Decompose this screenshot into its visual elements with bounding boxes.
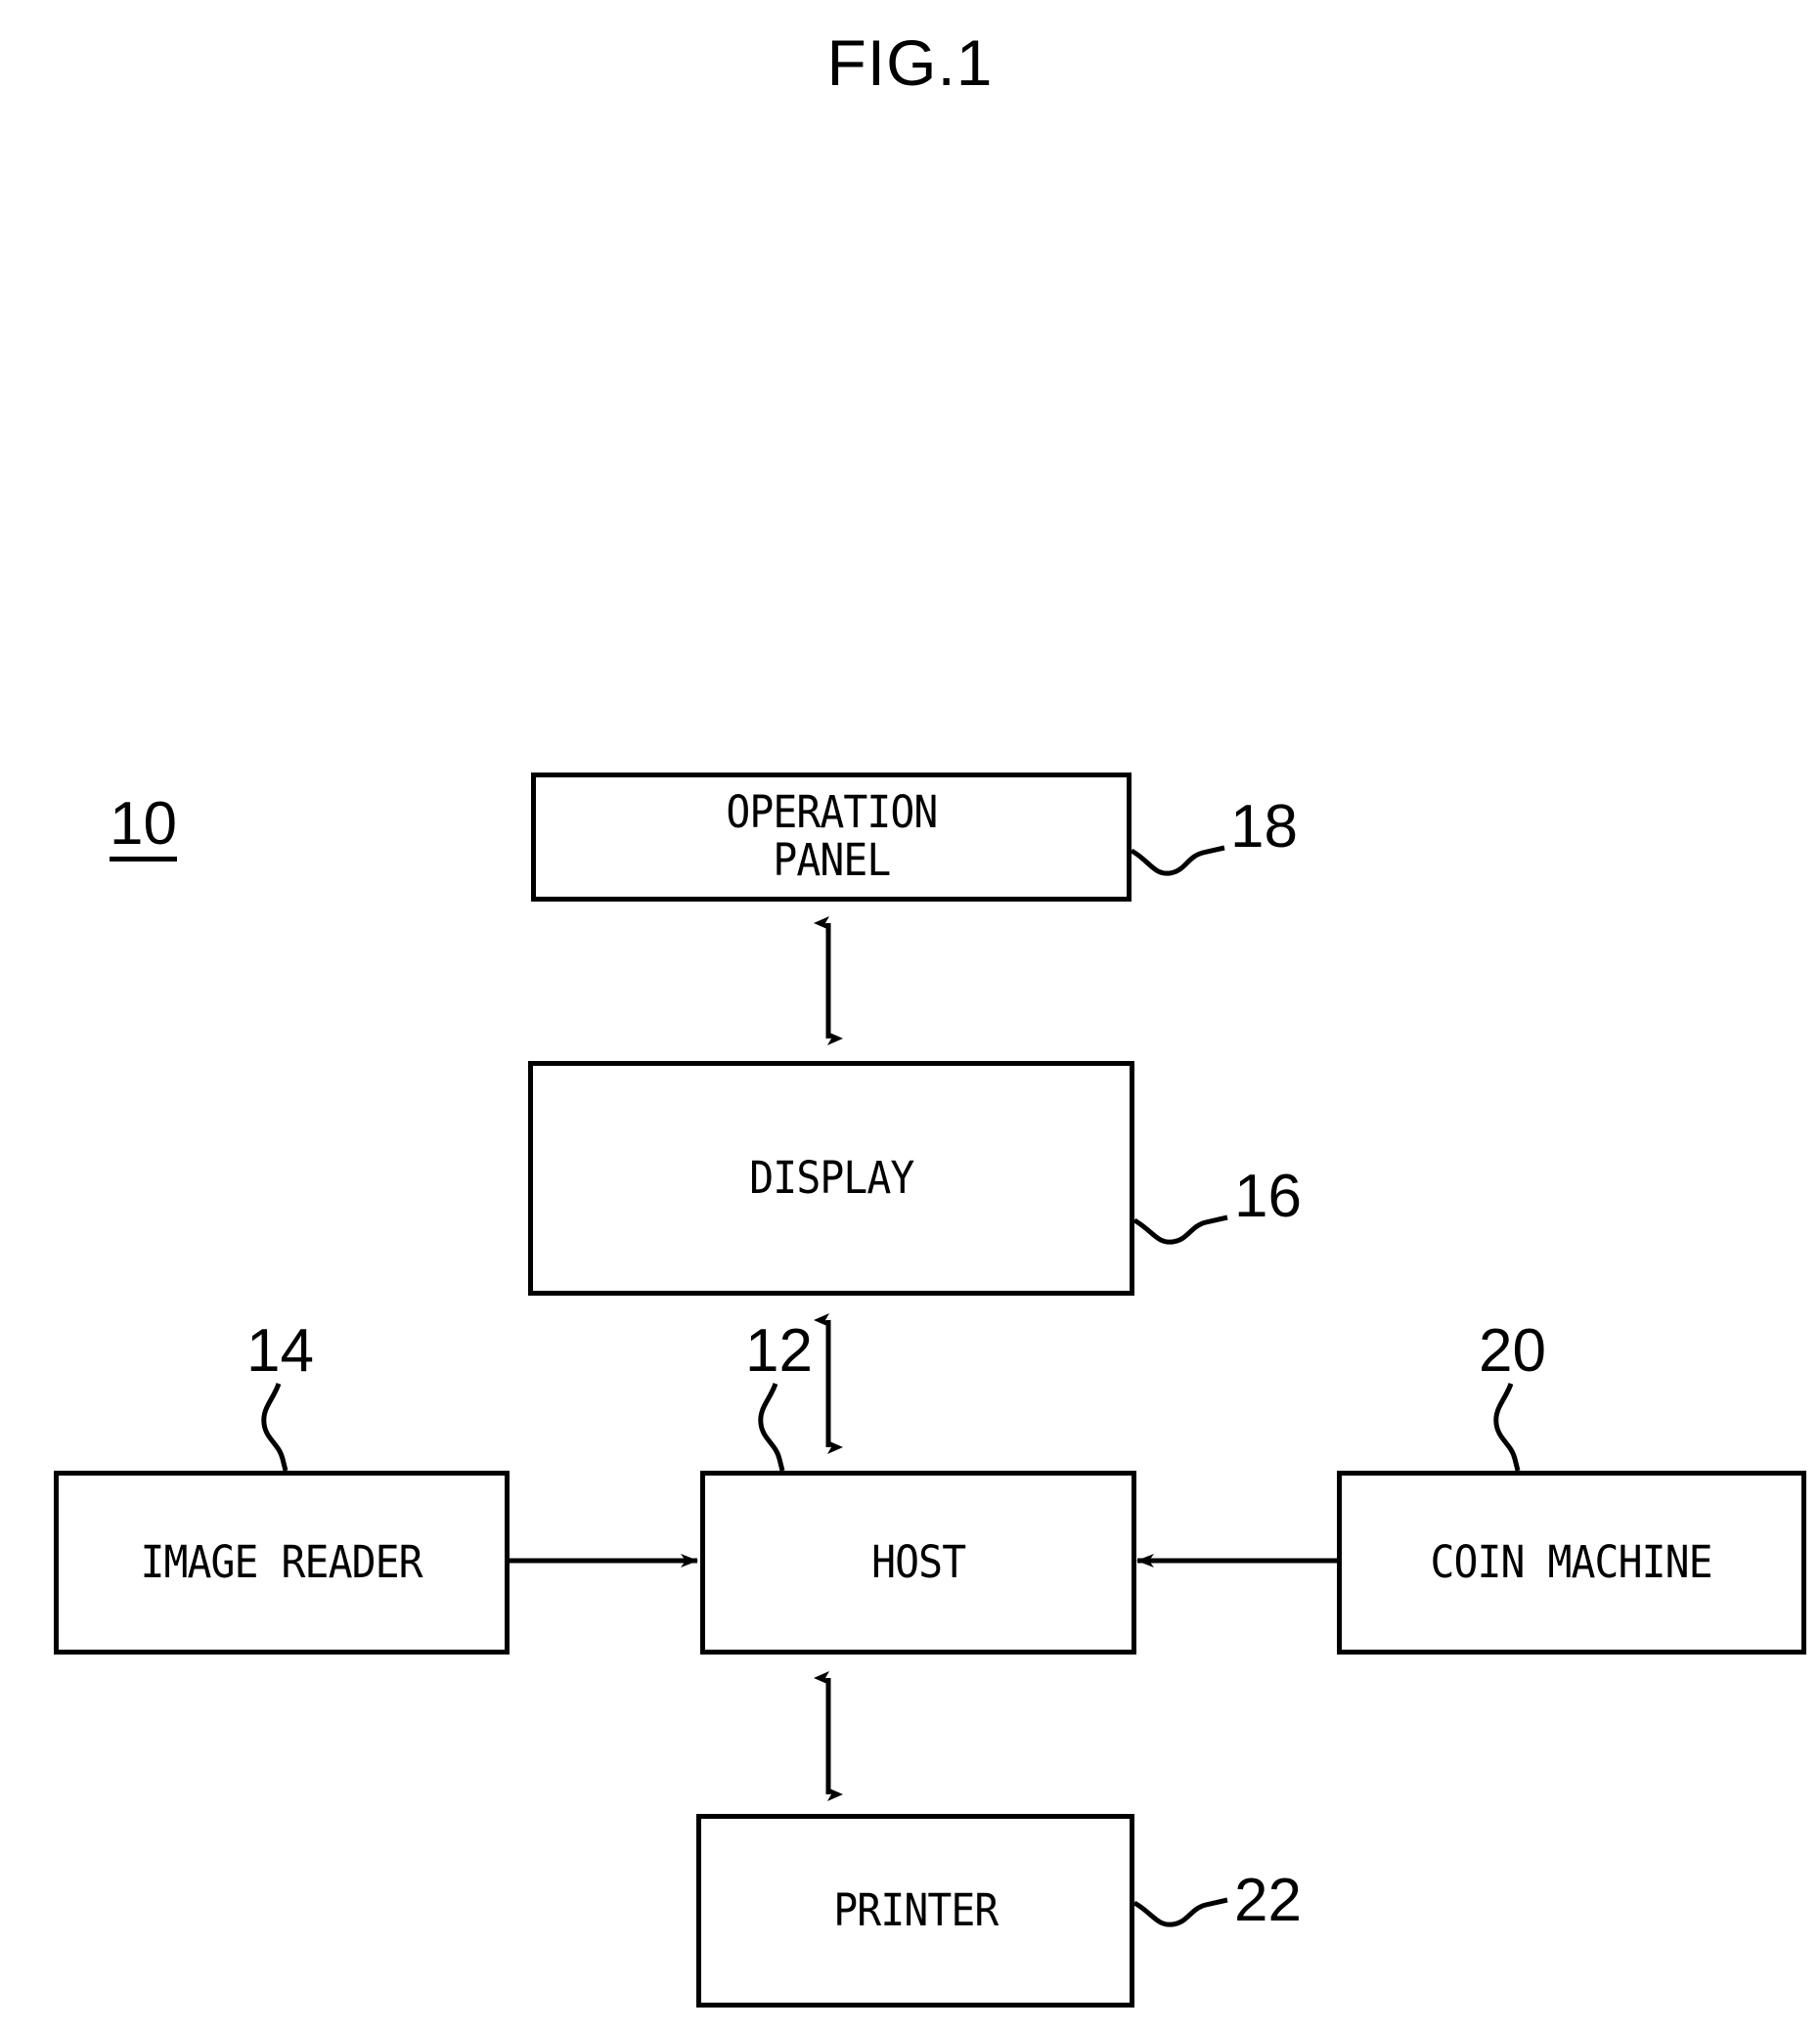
node-host[interactable]: HOST	[700, 1471, 1136, 1655]
node-host-label: HOST	[870, 1535, 966, 1588]
reference-label-display: 16	[1234, 1163, 1302, 1230]
node-image-reader-label: IMAGE READER	[140, 1535, 423, 1588]
leader-line-printer	[1132, 1897, 1228, 1927]
patent-figure: FIG.1 10 DISPLAY --> HOST --> PRINTER --…	[0, 0, 1820, 2031]
leader-line-host	[758, 1383, 785, 1472]
reference-label-host: 12	[745, 1317, 813, 1385]
node-printer-label: PRINTER	[832, 1883, 999, 1936]
figure-title: FIG.1	[826, 26, 994, 99]
connector-layer: DISPLAY --> HOST --> PRINTER --> HOST --…	[261, 845, 1521, 1927]
node-coin-machine-label: COIN MACHINE	[1430, 1535, 1713, 1588]
assembly-reference-label: 10	[110, 794, 177, 861]
leader-line-image-reader	[261, 1383, 289, 1472]
reference-label-operation-panel: 18	[1230, 793, 1298, 861]
node-display[interactable]: DISPLAY	[528, 1061, 1134, 1296]
leader-line-display	[1132, 1214, 1228, 1245]
leader-line-coin-machine	[1493, 1383, 1521, 1472]
node-printer[interactable]: PRINTER	[696, 1814, 1134, 2008]
node-operation-panel-label: OPERATION PANEL	[725, 786, 938, 886]
node-operation-panel[interactable]: OPERATION PANEL	[531, 773, 1132, 902]
reference-label-image-reader: 14	[246, 1317, 314, 1385]
leader-line-operation-panel	[1130, 845, 1225, 876]
reference-label-printer: 22	[1234, 1867, 1302, 1934]
node-image-reader[interactable]: IMAGE READER	[54, 1471, 510, 1655]
reference-label-coin-machine: 20	[1479, 1317, 1546, 1385]
node-coin-machine[interactable]: COIN MACHINE	[1337, 1471, 1806, 1655]
node-display-label: DISPLAY	[748, 1151, 914, 1204]
